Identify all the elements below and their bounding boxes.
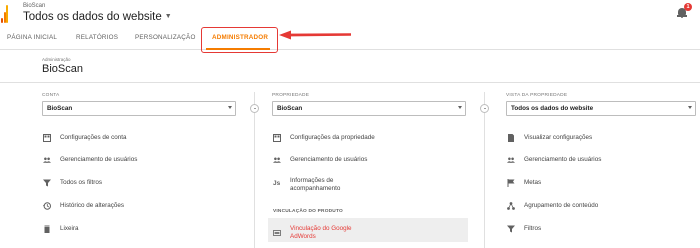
annotation-arrow-icon bbox=[279, 30, 351, 40]
item-label-line1: Vinculação do Google bbox=[290, 225, 352, 232]
view-goals-item[interactable]: Metas bbox=[507, 178, 687, 190]
account-dropdown[interactable]: BioScan bbox=[42, 101, 236, 116]
tab-home[interactable]: PÁGINA INICIAL bbox=[7, 34, 57, 41]
trash-icon bbox=[44, 225, 50, 233]
item-label: Configurações da propriedade bbox=[290, 134, 375, 141]
filter-icon bbox=[43, 179, 51, 187]
admin-breadcrumb: Administração bbox=[42, 57, 71, 62]
item-label: Informações de acompanhamento bbox=[290, 177, 340, 192]
account-history-item[interactable]: Histórico de alterações bbox=[43, 201, 223, 213]
column-divider bbox=[484, 92, 485, 248]
item-label: Filtros bbox=[524, 225, 542, 232]
column-divider bbox=[254, 92, 255, 248]
property-tracking-info-item[interactable]: Js Informações de acompanhamento bbox=[273, 177, 453, 194]
view-dropdown-value: Todos os dados do website bbox=[511, 105, 594, 112]
tab-customization[interactable]: PERSONALIZAÇÃO bbox=[135, 34, 196, 41]
item-label: Metas bbox=[524, 179, 542, 186]
adwords-linking-item[interactable]: Vinculação do Google AdWords bbox=[273, 225, 453, 242]
item-label: Agrupamento de conteúdo bbox=[524, 202, 599, 209]
product-linking-header: VINCULAÇÃO DO PRODUTO bbox=[273, 209, 343, 214]
collapse-property-icon[interactable] bbox=[480, 104, 489, 113]
collapse-account-icon[interactable] bbox=[250, 104, 259, 113]
item-label: Gerenciamento de usuários bbox=[60, 156, 138, 163]
account-name: BioScan bbox=[23, 3, 46, 9]
property-column-label: PROPRIEDADE bbox=[272, 93, 310, 98]
property-dropdown[interactable]: BioScan bbox=[272, 101, 466, 116]
analytics-logo-icon[interactable] bbox=[1, 5, 8, 23]
dropdown-caret-icon bbox=[458, 106, 462, 109]
account-trash-item[interactable]: Lixeira bbox=[43, 224, 223, 236]
content-icon bbox=[507, 202, 515, 210]
grid-icon bbox=[43, 134, 51, 142]
dropdown-caret-icon bbox=[228, 106, 232, 109]
caret-down-icon: ▼ bbox=[164, 13, 172, 20]
view-dropdown[interactable]: Todos os dados do website bbox=[506, 101, 696, 116]
view-settings-item[interactable]: Visualizar configurações bbox=[507, 133, 687, 145]
dropdown-caret-icon bbox=[688, 106, 692, 109]
users-icon bbox=[273, 157, 281, 163]
item-label: Todos os filtros bbox=[60, 179, 102, 186]
grid-icon bbox=[273, 134, 281, 142]
item-label-line2: AdWords bbox=[290, 232, 316, 240]
item-label: Configurações de conta bbox=[60, 134, 127, 141]
users-icon bbox=[43, 157, 51, 163]
notification-badge: 1 bbox=[684, 3, 692, 11]
account-user-management-item[interactable]: Gerenciamento de usuários bbox=[43, 155, 223, 167]
history-icon bbox=[43, 202, 51, 210]
tab-reports[interactable]: RELATÓRIOS bbox=[76, 34, 118, 41]
top-header: BioScan Todos os dados do website ▼ 1 bbox=[0, 0, 700, 27]
filter-icon bbox=[507, 225, 515, 233]
account-settings-item[interactable]: Configurações de conta bbox=[43, 133, 223, 145]
view-column-label: VISTA DA PROPRIEDADE bbox=[506, 93, 568, 98]
view-user-management-item[interactable]: Gerenciamento de usuários bbox=[507, 155, 687, 167]
view-filters-item[interactable]: Filtros bbox=[507, 224, 687, 236]
view-content-grouping-item[interactable]: Agrupamento de conteúdo bbox=[507, 201, 687, 213]
item-label-line1: Informações de bbox=[290, 177, 334, 184]
page-title: BioScan bbox=[42, 63, 83, 75]
item-label: Histórico de alterações bbox=[60, 202, 125, 209]
item-label: Visualizar configurações bbox=[524, 134, 593, 141]
property-user-management-item[interactable]: Gerenciamento de usuários bbox=[273, 155, 453, 167]
account-filters-item[interactable]: Todos os filtros bbox=[43, 178, 223, 190]
view-name: Todos os dados do website bbox=[23, 11, 162, 23]
users-icon bbox=[507, 157, 515, 163]
item-label: Gerenciamento de usuários bbox=[524, 156, 602, 163]
item-label: Gerenciamento de usuários bbox=[290, 156, 368, 163]
flag-icon bbox=[507, 179, 515, 187]
js-icon: Js bbox=[273, 180, 281, 187]
view-selector[interactable]: Todos os dados do website ▼ bbox=[23, 11, 172, 23]
item-label: Vinculação do Google AdWords bbox=[290, 225, 352, 240]
property-settings-item[interactable]: Configurações da propriedade bbox=[273, 133, 453, 145]
item-label: Lixeira bbox=[60, 225, 79, 232]
item-label-line2: acompanhamento bbox=[290, 184, 341, 192]
doc-icon bbox=[508, 134, 514, 142]
account-column-label: CONTA bbox=[42, 93, 60, 98]
adwords-icon bbox=[273, 230, 281, 236]
account-dropdown-value: BioScan bbox=[47, 105, 73, 112]
property-dropdown-value: BioScan bbox=[277, 105, 303, 112]
highlight-annotation-box bbox=[201, 27, 278, 53]
